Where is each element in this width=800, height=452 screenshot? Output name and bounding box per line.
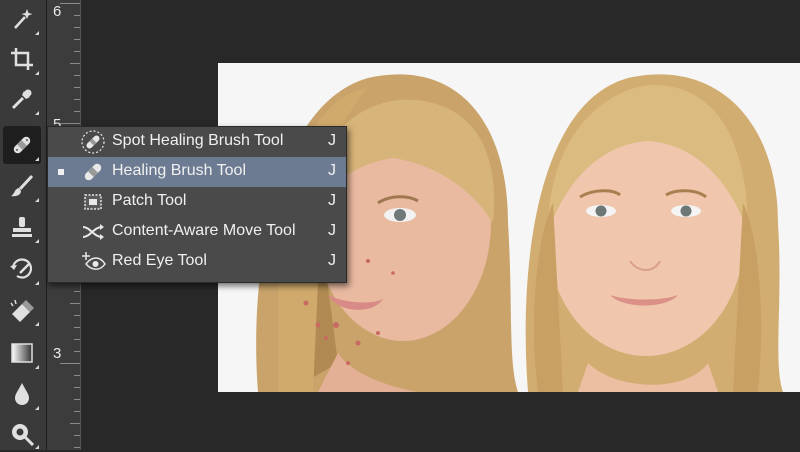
ruler-tick bbox=[74, 291, 80, 292]
menu-item-label: Healing Brush Tool bbox=[112, 162, 247, 179]
blur-icon bbox=[15, 383, 29, 405]
healing-tools-flyout-menu: Spot Healing Brush Tool J Healing Brush … bbox=[47, 126, 347, 283]
ruler-tick bbox=[74, 87, 80, 88]
menu-item-shortcut: J bbox=[328, 192, 336, 209]
eraser-tool[interactable] bbox=[3, 291, 41, 329]
brush-tool[interactable] bbox=[3, 167, 41, 205]
ruler-tick bbox=[60, 363, 80, 364]
menu-item-healing-brush-tool[interactable]: Healing Brush Tool J bbox=[48, 157, 346, 187]
menu-item-label: Content-Aware Move Tool bbox=[112, 222, 296, 239]
dodge-icon bbox=[12, 424, 35, 446]
menu-item-patch-tool[interactable]: Patch Tool J bbox=[48, 187, 346, 217]
magic-wand-tool[interactable] bbox=[3, 0, 41, 38]
ruler-tick bbox=[74, 435, 80, 436]
eyedropper-icon bbox=[11, 89, 32, 110]
ruler-tick bbox=[74, 447, 80, 448]
ruler-tick bbox=[70, 303, 80, 304]
patch-icon bbox=[84, 194, 102, 210]
blur-tool[interactable] bbox=[3, 375, 41, 413]
ruler-tick bbox=[74, 39, 80, 40]
crop-icon bbox=[11, 48, 33, 70]
tools-panel bbox=[0, 0, 47, 450]
menu-item-shortcut: J bbox=[328, 222, 336, 239]
clone-stamp-tool[interactable] bbox=[3, 208, 41, 246]
ruler-tick bbox=[74, 375, 80, 376]
gradient-icon bbox=[11, 343, 33, 363]
menu-item-label: Patch Tool bbox=[112, 192, 187, 209]
ruler-tick bbox=[74, 339, 80, 340]
healing-brush-icon bbox=[13, 136, 31, 154]
ruler-tick bbox=[74, 15, 80, 16]
ruler-tick bbox=[74, 111, 80, 112]
menu-item-red-eye-tool[interactable]: Red Eye Tool J bbox=[48, 247, 346, 277]
ruler-tick bbox=[74, 351, 80, 352]
clone-stamp-icon bbox=[12, 217, 32, 237]
menu-item-shortcut: J bbox=[328, 162, 336, 179]
menu-item-label: Spot Healing Brush Tool bbox=[112, 132, 284, 149]
eyedropper-tool[interactable] bbox=[3, 80, 41, 118]
brush-icon bbox=[11, 174, 34, 197]
red-eye-icon bbox=[82, 252, 106, 270]
healing-brush-icon bbox=[84, 163, 102, 181]
crop-tool[interactable] bbox=[3, 40, 41, 78]
healing-brush-tool[interactable] bbox=[3, 126, 41, 164]
dodge-tool[interactable] bbox=[3, 414, 41, 452]
content-aware-move-icon bbox=[82, 224, 104, 240]
ruler-tick bbox=[74, 99, 80, 100]
ruler-tick bbox=[74, 51, 80, 52]
history-brush-icon bbox=[10, 258, 33, 279]
gradient-tool[interactable] bbox=[3, 334, 41, 372]
ruler-tick bbox=[60, 3, 80, 4]
spot-healing-brush-icon bbox=[81, 130, 105, 154]
ruler-tick bbox=[74, 27, 80, 28]
ruler-tick bbox=[60, 123, 80, 124]
magic-wand-icon bbox=[14, 9, 33, 29]
menu-item-shortcut: J bbox=[328, 252, 336, 269]
ruler-tick bbox=[70, 423, 80, 424]
ruler-label: 3 bbox=[53, 345, 62, 362]
ruler-label: 6 bbox=[53, 3, 62, 20]
menu-item-label: Red Eye Tool bbox=[112, 252, 207, 269]
menu-item-spot-healing-brush-tool[interactable]: Spot Healing Brush Tool J bbox=[48, 127, 346, 157]
selected-bullet-icon bbox=[58, 169, 64, 175]
ruler-tick bbox=[74, 327, 80, 328]
ruler-tick bbox=[74, 315, 80, 316]
menu-item-shortcut: J bbox=[328, 132, 336, 149]
ruler-tick bbox=[74, 75, 80, 76]
ruler-tick bbox=[74, 411, 80, 412]
ruler-tick bbox=[70, 63, 80, 64]
history-brush-tool[interactable] bbox=[3, 250, 41, 288]
menu-item-content-aware-move-tool[interactable]: Content-Aware Move Tool J bbox=[48, 217, 346, 247]
ruler-tick bbox=[74, 387, 80, 388]
eraser-icon bbox=[10, 299, 34, 322]
ruler-tick bbox=[74, 399, 80, 400]
